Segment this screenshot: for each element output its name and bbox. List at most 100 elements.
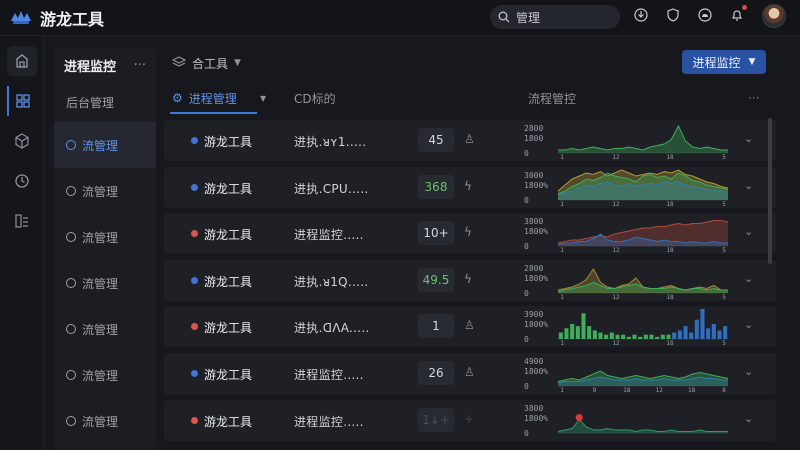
subnav-item-stream[interactable]: 流管理 (54, 398, 156, 444)
subnav-item-stream[interactable]: 流管理 (54, 214, 156, 260)
status-icon[interactable]: ϟ (464, 225, 472, 239)
status-icon[interactable]: ♙ (464, 318, 475, 332)
x-tick-label: 12 (612, 247, 620, 254)
y-tick-label: 0 (524, 429, 529, 438)
stream-icon (66, 232, 76, 242)
metric-badge: 1 (418, 314, 454, 339)
process-desc: 进程监控..... (294, 367, 364, 382)
process-desc: 进执.ᴚ1Q..... (294, 274, 369, 289)
chevron-down-icon[interactable]: ▼ (234, 58, 241, 68)
subnav-item-label: 流管理 (82, 368, 119, 383)
flow-sparkline: 38001800% 0 1 12 18 5 (524, 217, 729, 254)
x-tick-label: 18 (623, 387, 631, 394)
x-tick-label: 9 (593, 387, 597, 394)
process-monitor-button-label: 进程监控 (692, 55, 741, 70)
y-tick-label: 1800 (524, 134, 543, 143)
y-tick-label: 3000 (524, 171, 543, 180)
tool-selector[interactable]: 合工具 (192, 55, 228, 72)
cube-icon[interactable] (7, 126, 37, 156)
subnav-item-stream[interactable]: 流管理 (54, 122, 156, 168)
y-tick-label: 4900 (524, 357, 543, 366)
chevron-down-icon[interactable]: ⌄ (744, 272, 753, 285)
peak-marker (575, 413, 583, 421)
status-icon[interactable]: ϟ (464, 179, 472, 193)
table-row[interactable]: 游龙工具 进程监控..... 26 ♙ 4900 1800% 0 1 9 18 12 18 8 ⌄ (164, 352, 776, 394)
chevron-down-icon[interactable]: ⌄ (744, 412, 753, 425)
subnav-item-label: 流管理 (82, 230, 119, 245)
subnav-item-stream[interactable]: 流管理 (54, 260, 156, 306)
chevron-down-icon[interactable]: ⌄ (744, 132, 753, 145)
status-icon[interactable]: ϟ (464, 272, 472, 286)
download-icon[interactable] (632, 6, 650, 24)
bar (570, 324, 575, 340)
x-tick-label: 18 (666, 247, 674, 254)
x-tick-label: 5 (722, 294, 726, 301)
status-dot (191, 416, 198, 424)
subnav-item-stream[interactable]: 流管理 (54, 352, 156, 398)
chevron-down-icon[interactable]: ⌄ (744, 318, 753, 331)
tab-underline (170, 111, 257, 114)
column-header-desc: CD标的 (294, 91, 336, 106)
subnav-item-stream[interactable]: 流管理 (54, 168, 156, 214)
subnav-item-label: 流管理 (82, 184, 119, 199)
column-header-flow: 流程管控 (528, 91, 577, 106)
status-dot (191, 230, 198, 238)
home-icon[interactable] (7, 46, 37, 76)
bar (575, 326, 580, 340)
chevron-down-icon[interactable]: ⌄ (744, 179, 753, 192)
y-tick-label: 1800% (524, 227, 548, 236)
x-tick-label: 18 (688, 387, 696, 394)
more-icon[interactable]: ··· (748, 91, 759, 105)
process-list: 游龙工具 进执.ᴚʏ1..... 45 ♙ 2800 1800 0 1 12 18 5 ⌄ 游龙工具 进执… (164, 120, 776, 446)
subnav-item-label: 流管理 (82, 414, 119, 429)
table-row[interactable]: 游龙工具 进执.ᗡɅA..... 1 ♙ 3900 1800% 0 1 12 18 5 ⌄ (164, 306, 776, 348)
dashboard-icon[interactable] (7, 86, 37, 116)
table-row[interactable]: 游龙工具 进程监控..... 1↓+ +3800 1800% 0 ⌄ (164, 399, 776, 441)
more-icon[interactable]: ··· (134, 58, 146, 73)
bar (694, 320, 699, 340)
bar (558, 332, 563, 340)
subnav-item-label: 流管理 (82, 276, 119, 291)
chart-icon[interactable] (7, 206, 37, 236)
table-row[interactable]: 游龙工具 进程监控..... 10+ ϟ 3800 1800% 0 1 12 18 5 ⌄ (164, 213, 776, 255)
scrollbar[interactable] (768, 118, 772, 264)
series-line (558, 124, 728, 151)
tab-process-management[interactable]: ⚙ 进程管理 (170, 90, 257, 114)
x-tick-label: 12 (612, 294, 620, 301)
subnav-item-stream[interactable]: 流管理 (54, 306, 156, 352)
x-tick-label: 5 (722, 247, 726, 254)
cloud-icon[interactable] (696, 6, 714, 24)
process-name: 游龙工具 (204, 181, 253, 196)
bar (632, 335, 637, 340)
bar (609, 332, 614, 340)
bell-icon[interactable] (728, 5, 747, 24)
subnav-item-backend[interactable]: 后台管理 (54, 82, 156, 122)
y-tick-label: 0 (524, 242, 529, 251)
bar (666, 335, 671, 340)
shield-icon[interactable] (664, 6, 682, 24)
y-tick-label: 3900 (524, 310, 543, 319)
clock-icon[interactable] (7, 166, 37, 196)
table-row[interactable]: 游龙工具 进执.CPU..... 368 ϟ 3000 1800% 0 1 12 18 5 ⌄ (164, 166, 776, 208)
table-row[interactable]: 游龙工具 进执.ᴚ1Q..... 49.5 ϟ 2800 1800% 0 1 12 18 5 ⌄ (164, 259, 776, 301)
chevron-down-icon[interactable]: ⌄ (744, 225, 753, 238)
y-tick-label: 1800% (524, 274, 548, 283)
chevron-down-icon[interactable]: ⌄ (744, 365, 753, 378)
status-icon[interactable]: ♙ (464, 365, 475, 379)
bar (604, 335, 609, 340)
chevron-down-icon[interactable]: ▼ (260, 94, 266, 103)
metric-badge: 45 (418, 128, 454, 152)
status-dot (191, 183, 198, 191)
search-input[interactable]: 管理 (490, 5, 620, 29)
bar (672, 332, 677, 340)
x-tick-label: 12 (612, 154, 620, 161)
avatar[interactable] (762, 4, 786, 28)
x-tick-label: 18 (666, 154, 674, 161)
process-monitor-button[interactable]: 进程监控 ▼ (682, 50, 766, 74)
bar (717, 330, 722, 340)
table-row[interactable]: 游龙工具 进执.ᴚʏ1..... 45 ♙ 2800 1800 0 1 12 18 5 ⌄ (164, 120, 776, 161)
status-icon[interactable]: + (464, 412, 474, 426)
bar (581, 313, 586, 340)
status-icon[interactable]: ♙ (464, 132, 475, 146)
metric-badge: 26 (418, 360, 454, 385)
